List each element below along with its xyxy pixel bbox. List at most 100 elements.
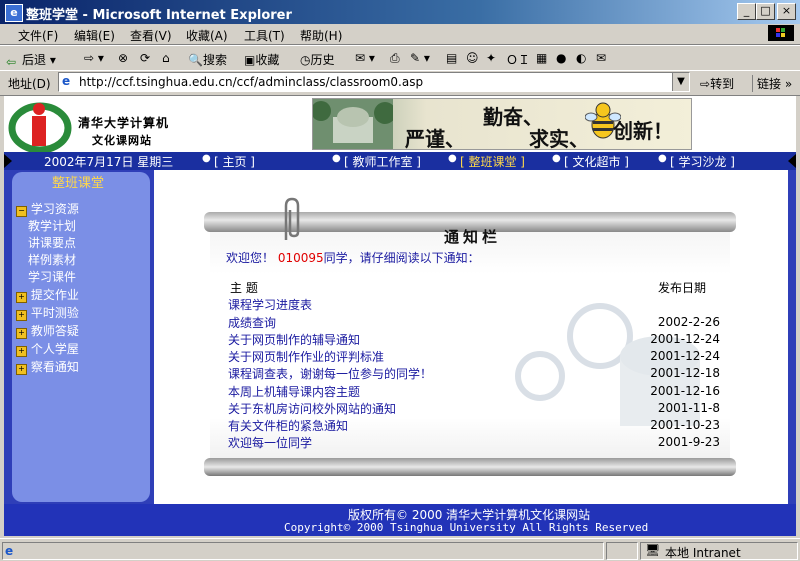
sidebar: 整班课堂 − 学习资源 教学计划 讲课要点 样例素材 学习课件 + 提交作业 +…	[4, 170, 154, 512]
notice-link[interactable]: 关于东机房访问校外网站的通知	[228, 400, 396, 417]
column-header-date: 发布日期	[658, 281, 707, 295]
history-button[interactable]: ◷历史	[300, 51, 335, 68]
address-bar: 地址(D) e http://ccf.tsinghua.edu.cn/ccf/a…	[0, 70, 800, 96]
chevron-down-icon[interactable]: ▼	[672, 73, 689, 91]
plugin-icon[interactable]: ▦	[536, 51, 547, 65]
status-text-panel: e	[2, 542, 604, 560]
intranet-icon: 🖥	[645, 543, 661, 557]
go-button[interactable]: ⇨转到	[700, 75, 734, 92]
welcome-message: 欢迎您！ 010095同学，请仔细阅读以下通知：	[226, 251, 480, 265]
notice-date: 2001-12-18	[650, 366, 720, 380]
triangle-icon	[4, 154, 12, 168]
plugin-icon[interactable]: ✉	[596, 51, 606, 65]
footer-copyright-en: Copyright© 2000 Tsinghua University All …	[284, 521, 649, 534]
security-zone: 本地 Intranet	[665, 546, 741, 560]
notice-date: 2001-9-23	[657, 435, 720, 449]
sidebar-item-submit-homework[interactable]: + 提交作业	[16, 286, 79, 303]
menu-view[interactable]: 查看(V)	[130, 27, 172, 44]
address-input[interactable]: http://ccf.tsinghua.edu.cn/ccf/adminclas…	[79, 75, 423, 89]
notice-link[interactable]: 有关文件柜的紧急通知	[228, 417, 348, 434]
plugin-icon[interactable]: ＯＩ	[506, 51, 530, 68]
bullet-icon: ●	[552, 153, 561, 164]
slogan-banner: 严谨、 勤奋、 求实、 创新！	[312, 98, 692, 150]
favorites-button[interactable]: ▣收藏	[244, 51, 279, 68]
sidebar-item-lecture-points[interactable]: 讲课要点	[28, 234, 76, 251]
discuss-icon[interactable]: ▤	[446, 51, 457, 65]
notice-link[interactable]: 欢迎每一位同学	[228, 434, 312, 451]
edit-icon[interactable]: ✎ ▾	[410, 51, 430, 65]
logo-text-line1: 清华大学计算机	[78, 116, 170, 130]
plugin-icon[interactable]: ●	[556, 51, 566, 65]
notice-link[interactable]: 成绩查询	[228, 314, 276, 331]
sidebar-item-courseware[interactable]: 学习课件	[28, 268, 76, 285]
notice-link[interactable]: 课程学习进度表	[228, 296, 312, 313]
page-icon: e	[5, 544, 14, 558]
nav-home[interactable]: [ 主页 ]	[214, 153, 255, 170]
notice-link[interactable]: 关于网页制作的辅导通知	[228, 331, 360, 348]
messenger-icon[interactable]: ☺	[466, 51, 479, 65]
stop-icon[interactable]: ⊗	[118, 51, 128, 65]
sidebar-item-view-notices[interactable]: + 察看通知	[16, 358, 79, 375]
nav-teacher-studio[interactable]: [ 教师工作室 ]	[344, 153, 421, 170]
menu-file[interactable]: 文件(F)	[18, 27, 58, 44]
expand-icon: +	[16, 310, 27, 321]
expand-icon: +	[16, 292, 27, 303]
minimize-button[interactable]: _	[737, 3, 756, 20]
paperclip-icon	[284, 197, 300, 240]
back-button[interactable]: ⇦ 后退 ▾	[6, 51, 56, 69]
notice-link[interactable]: 课程调查表，谢谢每一位参与的同学！	[228, 365, 432, 382]
campus-image	[313, 99, 393, 149]
sidebar-item-personal-room[interactable]: + 个人学屋	[16, 340, 79, 357]
current-date: 2002年7月17日 星期三	[44, 155, 174, 169]
triangle-icon	[788, 154, 796, 168]
notice-link[interactable]: 关于网页制作作业的评判标准	[228, 348, 384, 365]
plugin-icon[interactable]: ✦	[486, 51, 496, 65]
expand-icon: +	[16, 346, 27, 357]
maximize-button[interactable]: □	[756, 3, 775, 20]
windows-logo-icon	[768, 25, 794, 41]
search-button[interactable]: 🔍搜索	[188, 51, 227, 68]
links-button[interactable]: 链接 »	[752, 75, 792, 92]
close-button[interactable]: ×	[777, 3, 796, 20]
address-label: 地址(D)	[8, 77, 51, 91]
notice-link[interactable]: 本周上机辅导课内容主题	[228, 383, 360, 400]
sidebar-item-sample-materials[interactable]: 样例素材	[28, 251, 76, 268]
forward-button[interactable]: ⇨ ▾	[84, 51, 104, 65]
favorites-icon: ▣	[244, 53, 256, 67]
nav-culture-market[interactable]: [ 文化超市 ]	[564, 153, 629, 170]
site-logo[interactable]: 清华大学计算机 文化课网站	[8, 100, 208, 154]
go-arrow-icon: ⇨	[700, 77, 711, 91]
sidebar-item-quizzes[interactable]: + 平时测验	[16, 304, 79, 321]
title-bar: e 整班学堂 - Microsoft Internet Explorer _ □…	[0, 0, 800, 24]
refresh-icon[interactable]: ⟳	[140, 51, 150, 65]
nav-class-room[interactable]: [ 整班课堂 ]	[460, 153, 525, 170]
bullet-icon: ●	[202, 153, 211, 164]
back-arrow-icon: ⇦	[6, 55, 17, 69]
scroll-bottom-roll	[204, 458, 736, 476]
status-panel	[606, 542, 638, 560]
menu-bar: 文件(F) 编辑(E) 查看(V) 收藏(A) 工具(T) 帮助(H)	[0, 24, 800, 45]
menu-help[interactable]: 帮助(H)	[300, 27, 342, 44]
web-page: 清华大学计算机 文化课网站 严谨、 勤奋、 求实、 创新！ 2002年7月17日…	[4, 96, 796, 536]
menu-tools[interactable]: 工具(T)	[244, 27, 285, 44]
menu-edit[interactable]: 编辑(E)	[74, 27, 115, 44]
address-field[interactable]: e http://ccf.tsinghua.edu.cn/ccf/admincl…	[58, 72, 690, 92]
history-icon: ◷	[300, 53, 311, 67]
notice-date: 2001-12-24	[650, 332, 720, 346]
sidebar-item-teaching-plan[interactable]: 教学计划	[28, 217, 76, 234]
mail-icon[interactable]: ✉ ▾	[355, 51, 375, 65]
notice-date: 2001-10-23	[650, 418, 720, 432]
home-icon[interactable]: ⌂	[162, 51, 170, 65]
sidebar-item-learning-resources[interactable]: − 学习资源	[16, 200, 79, 217]
toolbar: ⇦ 后退 ▾ ⇨ ▾ ⊗ ⟳ ⌂ 🔍搜索 ▣收藏 ◷历史 ✉ ▾ ⎙ ✎ ▾ ▤ …	[0, 45, 800, 71]
nav-study-salon[interactable]: [ 学习沙龙 ]	[670, 153, 735, 170]
sidebar-item-teacher-qa[interactable]: + 教师答疑	[16, 322, 79, 339]
ie-icon: e	[5, 4, 23, 22]
bullet-icon: ●	[332, 153, 341, 164]
footer: 版权所有© 2000 清华大学计算机文化课网站 Copyright© 2000 …	[4, 504, 796, 536]
student-id: 010095	[277, 251, 324, 265]
print-icon[interactable]: ⎙	[390, 51, 400, 66]
security-zone-panel: 🖥 本地 Intranet	[640, 542, 798, 560]
menu-favorites[interactable]: 收藏(A)	[186, 27, 228, 44]
plugin-icon[interactable]: ◐	[576, 51, 586, 65]
